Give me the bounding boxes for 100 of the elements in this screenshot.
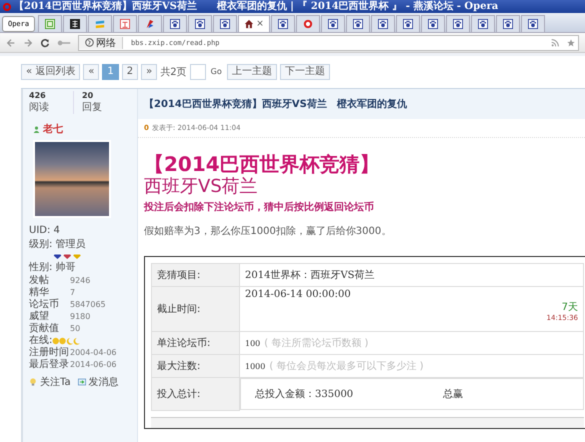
browser-tab[interactable] [446, 15, 470, 32]
paw-icon [220, 19, 230, 29]
profile-value: 2004-04-06 [70, 347, 116, 358]
browser-tab[interactable] [321, 15, 346, 32]
profile-label: 精华 [29, 287, 50, 298]
user-level: 级别: 管理员 [29, 238, 87, 251]
browser-tab[interactable]: × [238, 15, 270, 32]
browser-tab[interactable] [396, 15, 420, 32]
wave-icon [95, 19, 106, 29]
page-count: 共2页 [160, 66, 187, 79]
browser-tab[interactable] [271, 15, 296, 32]
paw-icon [195, 19, 206, 29]
message-icon [78, 378, 86, 386]
stat-label: 阅读 [29, 100, 50, 114]
field-value: 100 [245, 339, 260, 348]
reload-icon[interactable] [40, 38, 50, 48]
next-page-button[interactable]: » [141, 64, 158, 80]
paw-icon [453, 19, 464, 29]
profile-label: 威望 [29, 311, 50, 322]
profile-value: 2014-06-06 [70, 359, 116, 370]
close-tab-icon[interactable]: × [256, 19, 264, 29]
post-subheadline: 西班牙VS荷兰 [144, 176, 259, 198]
countdown-days: 7天 [562, 300, 578, 314]
field-label: 投入总计: [152, 378, 240, 410]
paw-icon [428, 19, 438, 29]
field-label: 截止时间: [152, 286, 240, 332]
paw-icon [328, 19, 338, 29]
profile-value: 5847065 [70, 299, 106, 310]
post-body: 假如赔率为3，那么你压1000扣除，赢了后给你3000。 [144, 224, 392, 238]
field-hint: ( 每位会员每次最多可以下多少注 ) [269, 361, 424, 372]
profile-label: 发帖 [29, 275, 50, 286]
follow-link[interactable]: 关注Ta [40, 375, 71, 389]
user-id: UID: 4 [29, 224, 61, 237]
go-button[interactable]: Go [208, 64, 224, 80]
profile-value: 9180 [70, 311, 90, 322]
field-label: 竞猜项目: [152, 264, 240, 286]
gems-icon [53, 252, 83, 260]
field-label: 单注论坛币: [152, 332, 240, 354]
user-gender: 性别: 帅哥 [29, 261, 77, 274]
forward-arrow-icon[interactable] [23, 38, 33, 48]
stat-value: 426 [29, 91, 47, 100]
online-level-icon [52, 336, 82, 344]
lightbulb-icon [29, 378, 37, 386]
star-icon[interactable] [567, 38, 575, 46]
browser-tab[interactable] [63, 15, 88, 32]
feed-icon[interactable] [551, 38, 559, 46]
browser-tab[interactable] [371, 15, 396, 32]
browser-tab[interactable] [163, 15, 188, 32]
profile-label: 贡献值 [29, 323, 60, 334]
stat-label: 回复 [82, 101, 103, 114]
paw-icon [170, 19, 180, 29]
site-badge-label: 网络 [96, 36, 116, 50]
browser-tab[interactable] [471, 15, 496, 32]
online-label: 在线: [29, 335, 52, 346]
back-arrow-icon[interactable] [6, 38, 16, 48]
browser-tab[interactable] [213, 15, 238, 32]
square-icon [120, 19, 130, 29]
paw-icon [278, 19, 288, 29]
square-icon [45, 19, 56, 29]
next-topic-button[interactable]: 下一主题 [280, 64, 330, 80]
browser-tab[interactable] [188, 15, 212, 32]
stat-value: 20 [82, 91, 94, 100]
flag-icon [145, 19, 156, 29]
browser-tab[interactable] [346, 15, 370, 32]
page-jump-field[interactable] [190, 64, 206, 80]
post-headline: 【2014巴西世界杯竞猜】 [144, 152, 381, 176]
post-notice: 投注后会扣除下注论坛币，猜中后按比例返回论坛币 [144, 200, 375, 214]
field-hint: ( 每注所需论坛币数额 ) [264, 338, 368, 349]
paw-icon [353, 19, 364, 29]
opera-logo-icon [3, 2, 11, 10]
home-icon [244, 19, 254, 29]
profile-value: 50 [70, 323, 80, 334]
paw-icon [403, 19, 414, 29]
grid-icon [70, 19, 80, 29]
profile-label: 注册时间 [29, 347, 70, 358]
browser-tab[interactable] [521, 15, 546, 32]
paw-icon [478, 19, 488, 29]
user-icon [33, 126, 40, 132]
back-to-list-button[interactable]: « 返回列表 [21, 64, 80, 80]
site-info-badge[interactable]: 网络 [79, 36, 123, 48]
send-message-link[interactable]: 发消息 [88, 375, 119, 389]
previous-page-button[interactable]: « [83, 64, 100, 80]
field-value: 2014世界杯：西班牙VS荷兰 [240, 264, 584, 286]
page-number-button[interactable]: 2 [122, 64, 138, 80]
profile-label: 论坛币 [29, 299, 60, 310]
post-title: 【2014巴西世界杯竞猜】西班牙VS荷兰 橙衣军团的复仇 [138, 89, 585, 119]
paw-icon [528, 19, 538, 29]
field-value: 1000 [245, 362, 266, 371]
paw-icon [378, 19, 388, 29]
deadline-value: 2014-06-14 00:00:00 [245, 289, 352, 300]
field-label: 最大注数: [152, 354, 240, 378]
paw-icon [503, 19, 514, 29]
profile-value: 7 [70, 287, 76, 298]
previous-topic-button[interactable]: 上一主题 [226, 64, 277, 80]
total-amount: 总投入金额：335000 [255, 388, 354, 401]
username-link[interactable]: 老七 [43, 122, 63, 136]
browser-tab[interactable] [496, 15, 520, 32]
browser-tab[interactable] [421, 15, 446, 32]
profile-label: 最后登录 [29, 359, 70, 370]
profile-value: 9246 [70, 275, 90, 286]
